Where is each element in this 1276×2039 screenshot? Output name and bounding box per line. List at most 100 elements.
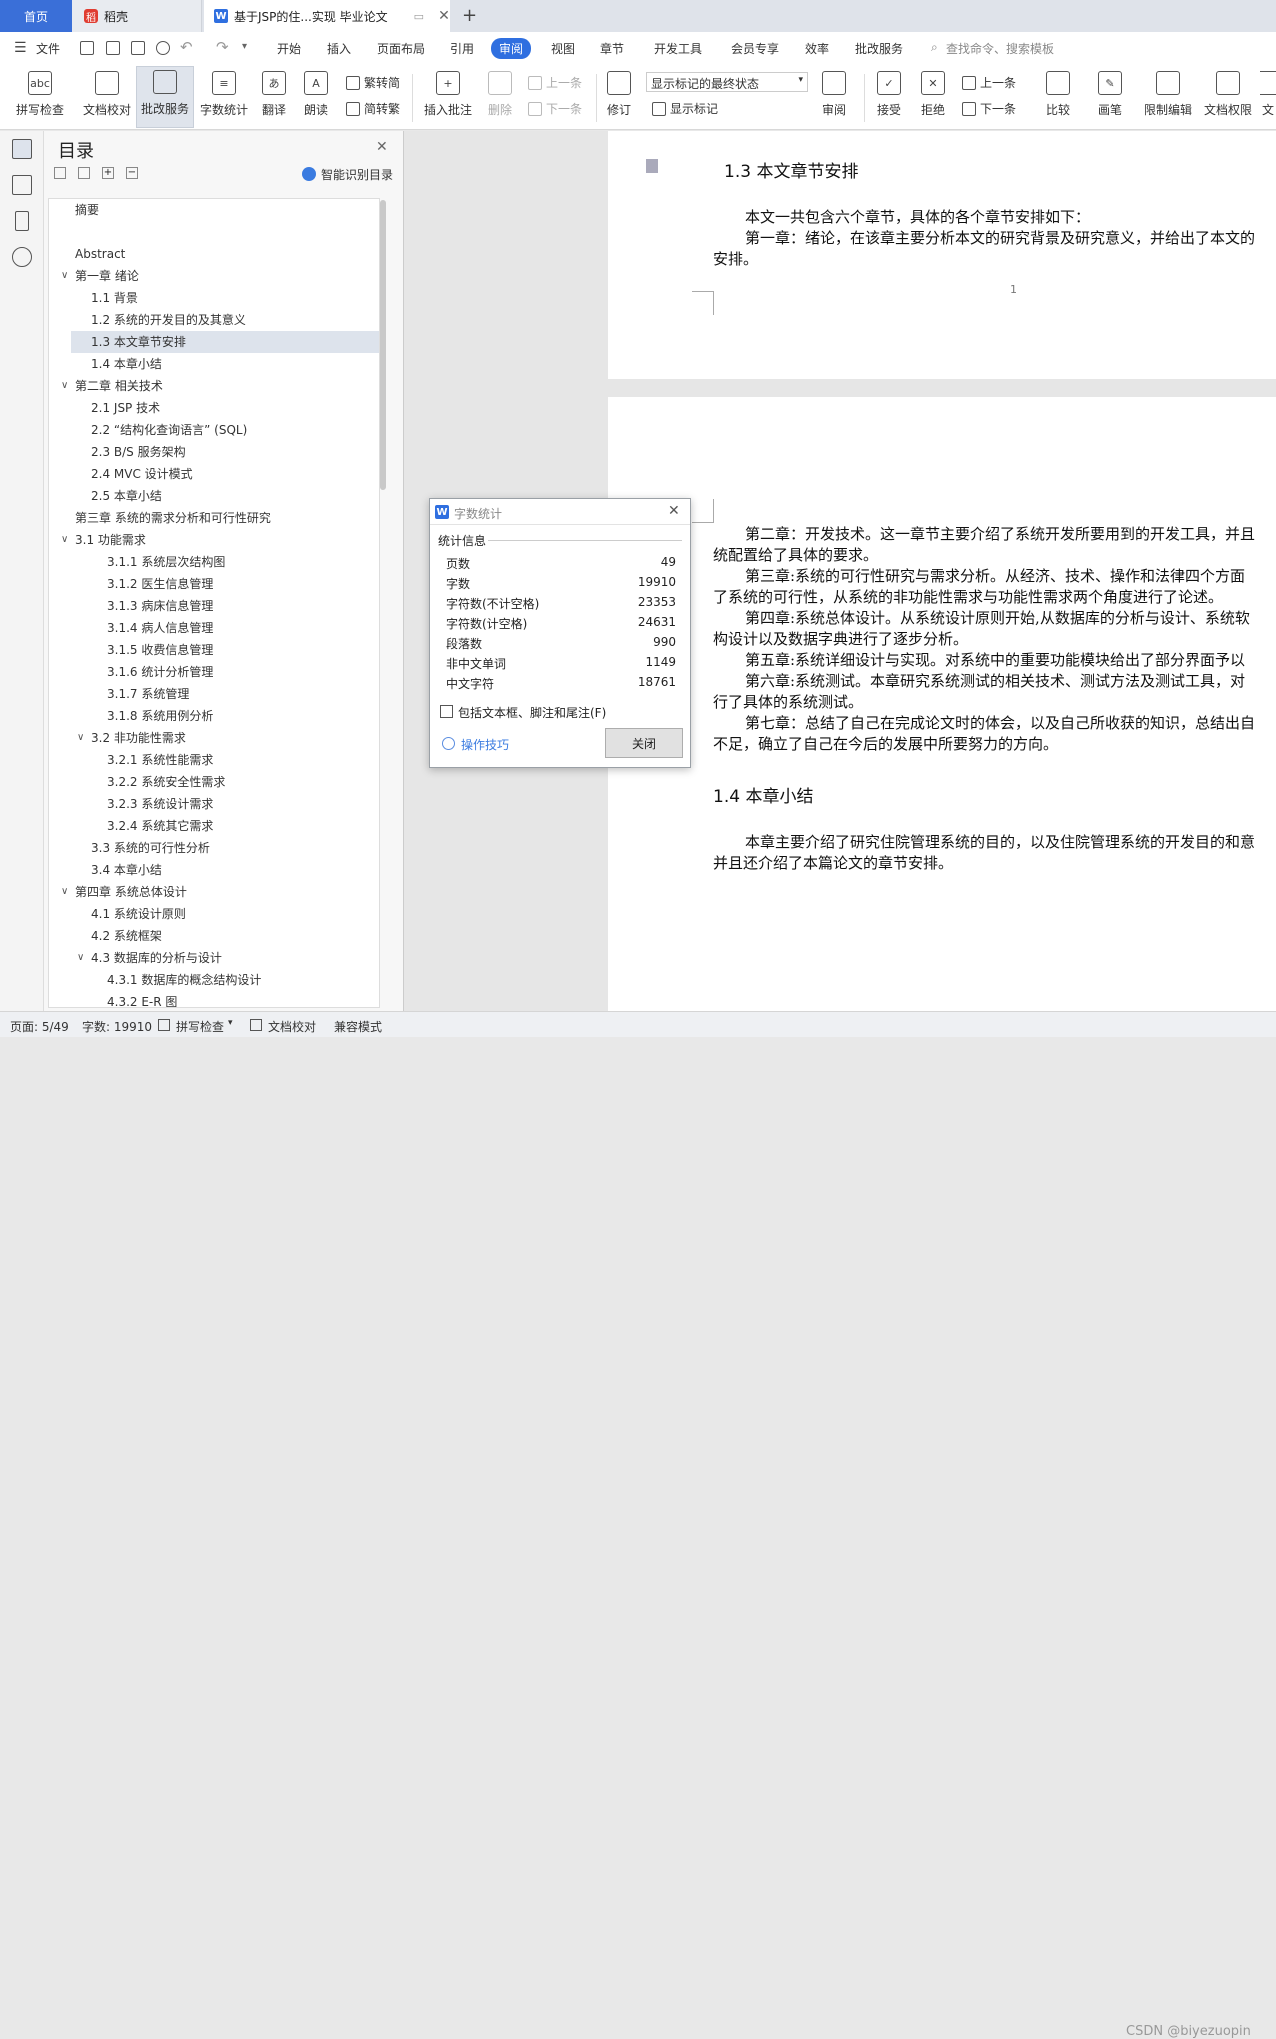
menu-page-layout[interactable]: 页面布局 bbox=[377, 40, 425, 57]
reject-button[interactable]: ✕ 拒绝 bbox=[914, 66, 952, 128]
toc-item[interactable]: 1.2 系统的开发目的及其意义 bbox=[91, 309, 246, 331]
toc-item[interactable]: 3.1.4 病人信息管理 bbox=[107, 617, 213, 639]
doc-more-button[interactable]: 文 bbox=[1260, 66, 1276, 128]
para-mark-icon[interactable] bbox=[646, 159, 658, 173]
chevron-down-icon[interactable]: ∨ bbox=[77, 732, 84, 743]
include-textbox-checkbox[interactable] bbox=[440, 705, 453, 718]
toc-item[interactable]: 3.1.5 收费信息管理 bbox=[107, 639, 213, 661]
menu-developer[interactable]: 开发工具 bbox=[654, 40, 702, 57]
search-panel-icon[interactable] bbox=[12, 247, 32, 267]
toc-item[interactable]: 2.3 B/S 服务架构 bbox=[91, 441, 186, 463]
simp-to-trad-button[interactable]: 简转繁 bbox=[346, 100, 400, 117]
tab-home[interactable]: 首页 bbox=[0, 0, 72, 32]
toc-item[interactable]: 2.2 “结构化查询语言” (SQL) bbox=[91, 419, 247, 441]
menu-efficiency[interactable]: 效率 bbox=[805, 40, 829, 57]
tab-document[interactable]: W 基于JSP的住...实现 毕业论文 ▭ ✕ bbox=[204, 0, 450, 32]
menu-view[interactable]: 视图 bbox=[551, 40, 575, 57]
command-search-input[interactable]: 查找命令、搜索模板 bbox=[946, 40, 1054, 57]
hamburger-icon[interactable]: ☰ bbox=[14, 40, 27, 56]
next-comment-button[interactable]: 下一条 bbox=[528, 100, 582, 117]
toc-item[interactable]: 3.2.3 系统设计需求 bbox=[107, 793, 213, 815]
toc-item[interactable]: 3.2.2 系统安全性需求 bbox=[107, 771, 225, 793]
toc-item[interactable]: 2.1 JSP 技术 bbox=[91, 397, 160, 419]
bookmark-icon[interactable] bbox=[15, 211, 29, 231]
dialog-close-icon[interactable]: ✕ bbox=[668, 503, 680, 519]
expand-icon[interactable] bbox=[78, 167, 90, 179]
export-pdf-icon[interactable] bbox=[106, 41, 120, 55]
toc-item[interactable]: 3.1.2 医生信息管理 bbox=[107, 573, 213, 595]
toc-panel-icon[interactable] bbox=[12, 139, 32, 159]
toc-item[interactable]: 3.3 系统的可行性分析 bbox=[91, 837, 210, 859]
close-button[interactable]: 关闭 bbox=[605, 728, 683, 758]
word-count-button[interactable]: ≡ 字数统计 bbox=[196, 66, 252, 128]
print-icon[interactable] bbox=[131, 41, 145, 55]
delete-comment-button[interactable]: 删除 bbox=[482, 66, 518, 128]
toc-item[interactable]: 4.3.1 数据库的概念结构设计 bbox=[107, 969, 261, 991]
toc-scrollbar[interactable] bbox=[380, 200, 386, 490]
toc-item[interactable]: 3.1.3 病床信息管理 bbox=[107, 595, 213, 617]
page-indicator[interactable]: 页面: 5/49 bbox=[10, 1018, 69, 1035]
menu-review[interactable]: 审阅 bbox=[491, 38, 532, 59]
toc-item[interactable]: 1.4 本章小结 bbox=[91, 353, 162, 375]
review-service-button[interactable]: 批改服务 bbox=[136, 66, 194, 128]
tips-link[interactable]: 操作技巧 bbox=[461, 736, 509, 753]
toc-item[interactable]: 4.3 数据库的分析与设计 bbox=[91, 947, 222, 969]
pen-button[interactable]: ✎ 画笔 bbox=[1092, 66, 1128, 128]
toc-item[interactable]: 3.1 功能需求 bbox=[75, 529, 146, 551]
trad-to-simp-button[interactable]: 繁转简 bbox=[346, 74, 400, 91]
pin-icon[interactable]: ▭ bbox=[414, 10, 424, 23]
show-markup-button[interactable]: 显示标记 bbox=[652, 100, 718, 117]
menu-references[interactable]: 引用 bbox=[450, 40, 474, 57]
translate-button[interactable]: あ翻译 bbox=[256, 66, 292, 128]
toc-item[interactable]: 3.4 本章小结 bbox=[91, 859, 162, 881]
save-icon[interactable] bbox=[80, 41, 94, 55]
prev-comment-button[interactable]: 上一条 bbox=[528, 74, 582, 91]
doc-permission-button[interactable]: 文档权限 bbox=[1200, 66, 1256, 128]
toc-item[interactable]: 2.4 MVC 设计模式 bbox=[91, 463, 193, 485]
spellcheck-button[interactable]: abc 拼写检查 bbox=[10, 66, 70, 128]
restrict-edit-button[interactable]: 限制编辑 bbox=[1140, 66, 1196, 128]
toc-item[interactable]: 4.1 系统设计原则 bbox=[91, 903, 186, 925]
chapter-nav-icon[interactable] bbox=[12, 175, 32, 195]
read-aloud-button[interactable]: A 朗读 bbox=[298, 66, 334, 128]
prev-change-button[interactable]: 上一条 bbox=[962, 74, 1016, 91]
toc-item[interactable]: 第二章 相关技术 bbox=[75, 375, 163, 397]
menu-insert[interactable]: 插入 bbox=[327, 40, 351, 57]
collapse-icon[interactable] bbox=[54, 167, 66, 179]
toc-item[interactable]: 3.1.1 系统层次结构图 bbox=[107, 551, 225, 573]
chevron-down-icon[interactable]: ▾ bbox=[228, 1018, 233, 1028]
toc-item[interactable]: 1.1 背景 bbox=[91, 287, 138, 309]
toc-item[interactable]: 3.2.4 系统其它需求 bbox=[107, 815, 213, 837]
toc-item[interactable]: 3.1.6 统计分析管理 bbox=[107, 661, 213, 683]
toc-item[interactable]: 3.1.7 系统管理 bbox=[107, 683, 189, 705]
chevron-down-icon[interactable]: ∨ bbox=[61, 886, 68, 897]
toc-item[interactable]: 3.2.1 系统性能需求 bbox=[107, 749, 213, 771]
spellcheck-status[interactable]: 拼写检查 bbox=[176, 1018, 224, 1035]
menu-start[interactable]: 开始 bbox=[277, 40, 301, 57]
menu-grading[interactable]: 批改服务 bbox=[855, 40, 903, 57]
toc-item[interactable]: 2.5 本章小结 bbox=[91, 485, 162, 507]
doc-check-button[interactable]: 文档校对 bbox=[78, 66, 136, 128]
menu-file[interactable]: 文件 bbox=[36, 40, 60, 57]
toc-item[interactable]: 第一章 绪论 bbox=[75, 265, 139, 287]
print-preview-icon[interactable] bbox=[156, 41, 170, 55]
smart-toc-button[interactable]: 智能识别目录 bbox=[321, 166, 393, 183]
toc-item[interactable]: 1.3 本文章节安排 bbox=[71, 331, 379, 353]
toc-item[interactable]: 摘要 bbox=[75, 199, 99, 221]
toc-item[interactable]: 第三章 系统的需求分析和可行性研究 bbox=[75, 507, 271, 529]
accept-button[interactable]: ✓ 接受 bbox=[870, 66, 908, 128]
track-changes-button[interactable]: 修订 bbox=[600, 66, 638, 128]
chevron-down-icon[interactable]: ∨ bbox=[61, 534, 68, 545]
toc-item[interactable]: 3.2 非功能性需求 bbox=[91, 727, 186, 749]
redo-icon[interactable]: ↷ bbox=[216, 38, 229, 56]
undo-icon[interactable]: ↶ bbox=[180, 38, 193, 56]
menu-member[interactable]: 会员专享 bbox=[731, 40, 779, 57]
chevron-down-icon[interactable]: ∨ bbox=[61, 380, 68, 391]
close-panel-icon[interactable]: ✕ bbox=[376, 139, 388, 155]
doc-check-status[interactable]: 文档校对 bbox=[268, 1018, 316, 1035]
remove-heading-icon[interactable]: − bbox=[126, 167, 138, 179]
word-count-indicator[interactable]: 字数: 19910 bbox=[82, 1018, 152, 1035]
toc-item[interactable]: Abstract bbox=[75, 243, 125, 265]
toc-item[interactable]: 第四章 系统总体设计 bbox=[75, 881, 187, 903]
chevron-down-icon[interactable]: ∨ bbox=[61, 270, 68, 281]
